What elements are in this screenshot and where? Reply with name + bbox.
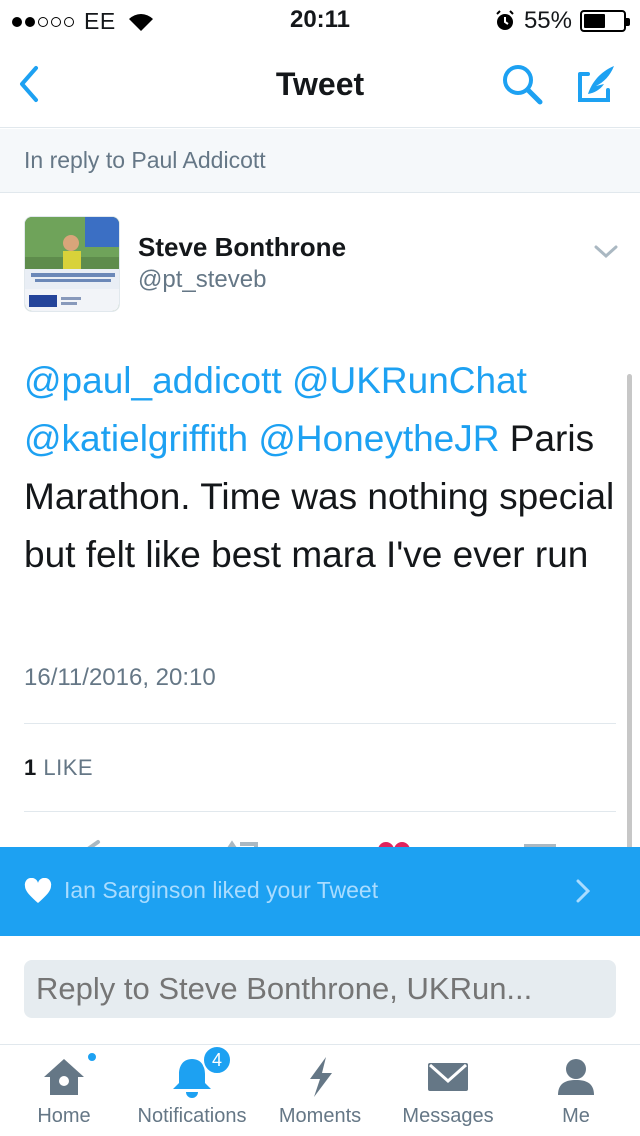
tweet-text: @paul_addicott @UKRunChat @katielgriffit…	[24, 352, 624, 584]
avatar[interactable]	[24, 216, 120, 312]
chevron-down-icon[interactable]	[590, 236, 622, 268]
lightning-icon	[310, 1057, 332, 1097]
status-right: 55%	[494, 7, 630, 35]
tab-home-label: Home	[37, 1105, 91, 1127]
scrollbar[interactable]	[627, 374, 632, 852]
notification-toast[interactable]: Ian Sarginson liked your Tweet	[0, 847, 640, 936]
tab-moments-label: Moments	[278, 1105, 362, 1127]
unread-dot	[86, 1051, 98, 1063]
tab-moments[interactable]: Moments	[268, 1045, 372, 1136]
tab-me-label: Me	[562, 1105, 590, 1127]
status-bar: EE 20:11 55%	[0, 0, 640, 40]
alarm-icon	[496, 10, 514, 30]
nav-bar: Tweet	[0, 40, 640, 128]
mention-link[interactable]: @HoneytheJR	[258, 418, 499, 459]
toast-text: Ian Sarginson liked your Tweet	[64, 877, 379, 903]
battery-icon	[580, 10, 630, 32]
person-icon	[558, 1059, 594, 1095]
tab-me[interactable]: Me	[526, 1045, 626, 1136]
home-icon	[44, 1059, 84, 1095]
notification-badge: 4	[202, 1045, 232, 1075]
tab-bar: Home 4 Notifications Moments Messages Me	[0, 1044, 640, 1136]
mention-link[interactable]: @katielgriffith	[24, 418, 248, 459]
mention-link[interactable]: @paul_addicott	[24, 360, 282, 401]
search-icon[interactable]	[498, 60, 546, 108]
author-handle[interactable]: @pt_steveb	[138, 266, 266, 294]
author-name[interactable]: Steve Bonthrone	[138, 232, 346, 263]
heart-icon	[24, 878, 52, 903]
reply-input[interactable]	[24, 960, 616, 1018]
envelope-icon	[428, 1063, 468, 1091]
like-count-label: LIKE	[43, 755, 94, 780]
battery-percent: 55%	[523, 7, 572, 34]
reply-to-banner[interactable]: In reply to Paul Addicott	[0, 129, 640, 193]
reply-to-text: In reply to Paul Addicott	[24, 147, 266, 173]
tab-notifications-label: Notifications	[137, 1105, 247, 1127]
battery-level	[584, 14, 605, 28]
divider	[24, 811, 616, 812]
divider	[24, 723, 616, 724]
chevron-right-icon	[576, 879, 591, 903]
mention-link[interactable]: @UKRunChat	[292, 360, 527, 401]
avatar-image	[25, 217, 119, 311]
compose-icon[interactable]	[570, 60, 618, 108]
tab-messages[interactable]: Messages	[390, 1045, 506, 1136]
like-count[interactable]: 1 LIKE	[24, 755, 93, 781]
like-count-number: 1	[24, 755, 37, 780]
tweet-timestamp: 16/11/2016, 20:10	[24, 664, 216, 691]
tab-notifications[interactable]: 4 Notifications	[124, 1045, 260, 1136]
reply-bar	[0, 936, 640, 1044]
tab-messages-label: Messages	[402, 1105, 494, 1127]
tab-home[interactable]: Home	[14, 1045, 114, 1136]
